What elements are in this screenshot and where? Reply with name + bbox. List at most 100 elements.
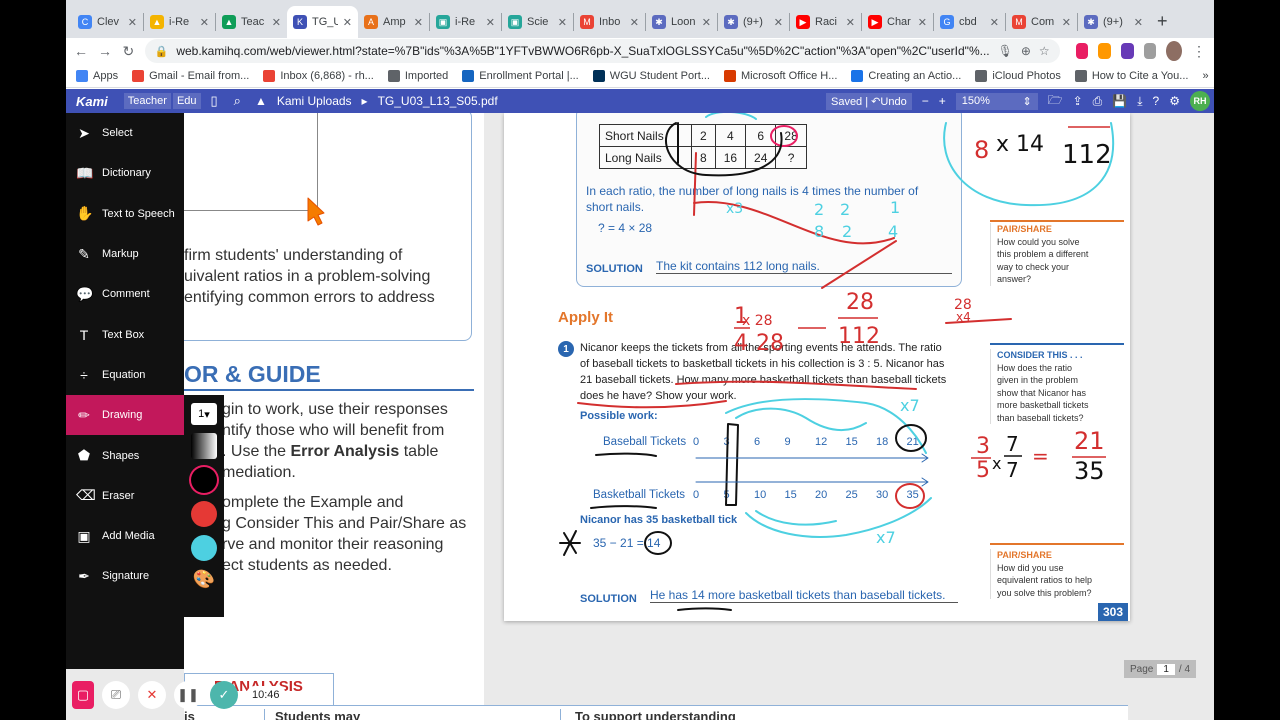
browser-tab[interactable]: ▣ Scie ✕ (502, 6, 573, 38)
tab-close-icon[interactable]: ✕ (558, 16, 567, 29)
tab-close-icon[interactable]: ✕ (774, 16, 783, 29)
bookmark-item[interactable]: Gmail - Email from... (132, 69, 249, 82)
tab-close-icon[interactable]: ✕ (990, 16, 999, 29)
star-icon[interactable]: ☆ (1039, 44, 1050, 58)
reload-button[interactable]: ↻ (122, 43, 135, 60)
saved-undo-control[interactable]: Saved | ↶Undo (825, 92, 912, 110)
browser-tab[interactable]: ▣ i-Re ✕ (430, 6, 501, 38)
undo-button[interactable]: Undo (880, 96, 906, 108)
extensions-puzzle-icon[interactable] (1143, 43, 1157, 59)
url-text[interactable]: web.kamihq.com/web/viewer.html?state=%7B… (176, 44, 989, 58)
tab-close-icon[interactable]: ✕ (702, 16, 711, 29)
pause-button[interactable]: ❚❚ (174, 680, 202, 709)
browser-tab[interactable]: ▶ Raci ✕ (790, 6, 861, 38)
help-icon[interactable]: ? (1153, 94, 1160, 108)
menu-kebab-icon[interactable]: ⋮ (1192, 43, 1206, 60)
finish-recording-button[interactable]: ✓ (210, 680, 238, 709)
bookmark-favicon-icon (132, 69, 145, 82)
drawing-icon: ✏ (78, 406, 90, 423)
zoom-select[interactable]: 150% ⇕ (955, 92, 1038, 110)
browser-tab[interactable]: K TG_U ✕ (287, 6, 358, 38)
tab-close-icon[interactable]: ✕ (200, 16, 209, 29)
bookmark-item[interactable]: Apps (76, 69, 118, 82)
color-swatch[interactable] (191, 501, 217, 527)
consider-this-line: How does the ratio (997, 362, 1073, 373)
tab-close-icon[interactable]: ✕ (128, 16, 137, 29)
microphone-icon[interactable]: 🎙 (998, 44, 1013, 58)
browser-tab[interactable]: ▲ Teac ✕ (216, 6, 287, 38)
browser-tab[interactable]: ✱ (9+) ✕ (718, 6, 789, 38)
sidebar-toggle-icon[interactable]: ▯ (211, 93, 218, 109)
tab-close-icon[interactable]: ✕ (272, 16, 281, 29)
download-icon[interactable]: ⤓ (1137, 94, 1142, 109)
tab-close-icon[interactable]: ✕ (630, 16, 639, 29)
breadcrumb-folder[interactable]: Kami Uploads (277, 94, 352, 108)
line-width-select[interactable]: 1 ▾ (191, 403, 217, 425)
tool-markup[interactable]: ✎ Markup (66, 234, 184, 274)
back-button[interactable]: ← (74, 43, 88, 59)
bookmark-item[interactable]: iCloud Photos (975, 69, 1061, 82)
browser-tab[interactable]: C Clev ✕ (72, 6, 143, 38)
tool-eraser[interactable]: ⌫ Eraser (66, 476, 184, 516)
bookmark-item[interactable]: Inbox (6,868) - rh... (263, 69, 374, 82)
cancel-recording-button[interactable]: ✕ (138, 680, 166, 709)
bookmark-item[interactable]: Enrollment Portal |... (462, 69, 579, 82)
tool-text-box[interactable]: T Text Box (66, 314, 184, 354)
tab-close-icon[interactable]: ✕ (846, 16, 855, 29)
share-icon[interactable]: ⇪ (1073, 94, 1083, 108)
palette-icon[interactable]: 🎨 (184, 569, 224, 590)
tool-equation[interactable]: ÷ Equation (66, 355, 184, 395)
browser-tab[interactable]: ✱ (9+) ✕ (1078, 6, 1149, 38)
tool-select[interactable]: ➤ Select (66, 113, 184, 153)
tool-shapes[interactable]: ⬟ Shapes (66, 435, 184, 475)
browser-tab[interactable]: M Inbo ✕ (574, 6, 645, 38)
bookmark-item[interactable]: Imported (387, 69, 448, 82)
zoom-out-button[interactable]: − (922, 94, 929, 108)
search-icon[interactable]: ⌕ (234, 93, 241, 109)
bookmark-item[interactable]: How to Cite a You... (1074, 69, 1188, 82)
camera-icon[interactable]: ⎚ (102, 680, 130, 709)
extension-icon[interactable] (1098, 43, 1111, 59)
browser-tab[interactable]: Gcbd ✕ (934, 6, 1005, 38)
tab-close-icon[interactable]: ✕ (414, 16, 423, 29)
browser-tab[interactable]: ▶ Char ✕ (862, 6, 933, 38)
forward-button[interactable]: → (98, 43, 112, 59)
open-folder-icon[interactable]: 🗁 (1048, 91, 1063, 112)
tool-add-media[interactable]: ▣ Add Media (66, 516, 184, 556)
extension-icon[interactable] (1075, 43, 1089, 59)
extension-icon[interactable] (1120, 43, 1134, 59)
tool-dictionary[interactable]: 📖 Dictionary (66, 153, 184, 193)
address-bar[interactable]: 🔒 web.kamihq.com/web/viewer.html?state=%… (144, 39, 1060, 63)
bookmark-item[interactable]: WGU Student Port... (592, 69, 710, 82)
tab-close-icon[interactable]: ✕ (1134, 16, 1143, 29)
settings-gear-icon[interactable]: ⚙ (1169, 94, 1180, 108)
save-icon[interactable]: 💾 (1112, 94, 1127, 108)
browser-tab[interactable]: A Amp ✕ (358, 6, 429, 38)
zoom-in-button[interactable]: + (939, 94, 946, 108)
browser-tab[interactable]: ▲ i-Re ✕ (144, 6, 215, 38)
install-icon[interactable]: ⊕ (1021, 44, 1031, 58)
color-swatch[interactable] (191, 535, 217, 561)
profile-avatar[interactable] (1166, 41, 1182, 61)
browser-tab[interactable]: ✱ Loon ✕ (646, 6, 717, 38)
user-avatar[interactable]: RH (1190, 91, 1210, 111)
tab-close-icon[interactable]: ✕ (1062, 16, 1071, 29)
tool-text-to-speech[interactable]: ✋ Text to Speech (66, 194, 184, 234)
tab-close-icon[interactable]: ✕ (918, 16, 927, 29)
page-number-input[interactable]: 1 (1157, 663, 1175, 675)
opacity-gradient[interactable] (191, 433, 217, 459)
tool-drawing[interactable]: ✏ Drawing (66, 395, 184, 436)
bookmarks-overflow-icon[interactable]: » (1202, 70, 1208, 82)
tool-comment[interactable]: 💬 Comment (66, 274, 184, 314)
tab-close-icon[interactable]: ✕ (343, 16, 352, 29)
bookmark-item[interactable]: Creating an Actio... (851, 69, 961, 82)
document-viewer[interactable]: firm students' understanding of uivalent… (66, 113, 1214, 720)
bookmark-item[interactable]: Microsoft Office H... (724, 69, 837, 82)
browser-tab[interactable]: M Com ✕ (1006, 6, 1077, 38)
color-swatch[interactable] (191, 467, 217, 493)
print-icon[interactable]: ⎙ (1093, 94, 1103, 109)
tab-close-icon[interactable]: ✕ (486, 16, 495, 29)
record-indicator-icon[interactable]: ▢ (72, 680, 94, 709)
tool-signature[interactable]: ✒ Signature (66, 556, 184, 596)
new-tab-button[interactable]: + (1157, 11, 1168, 32)
